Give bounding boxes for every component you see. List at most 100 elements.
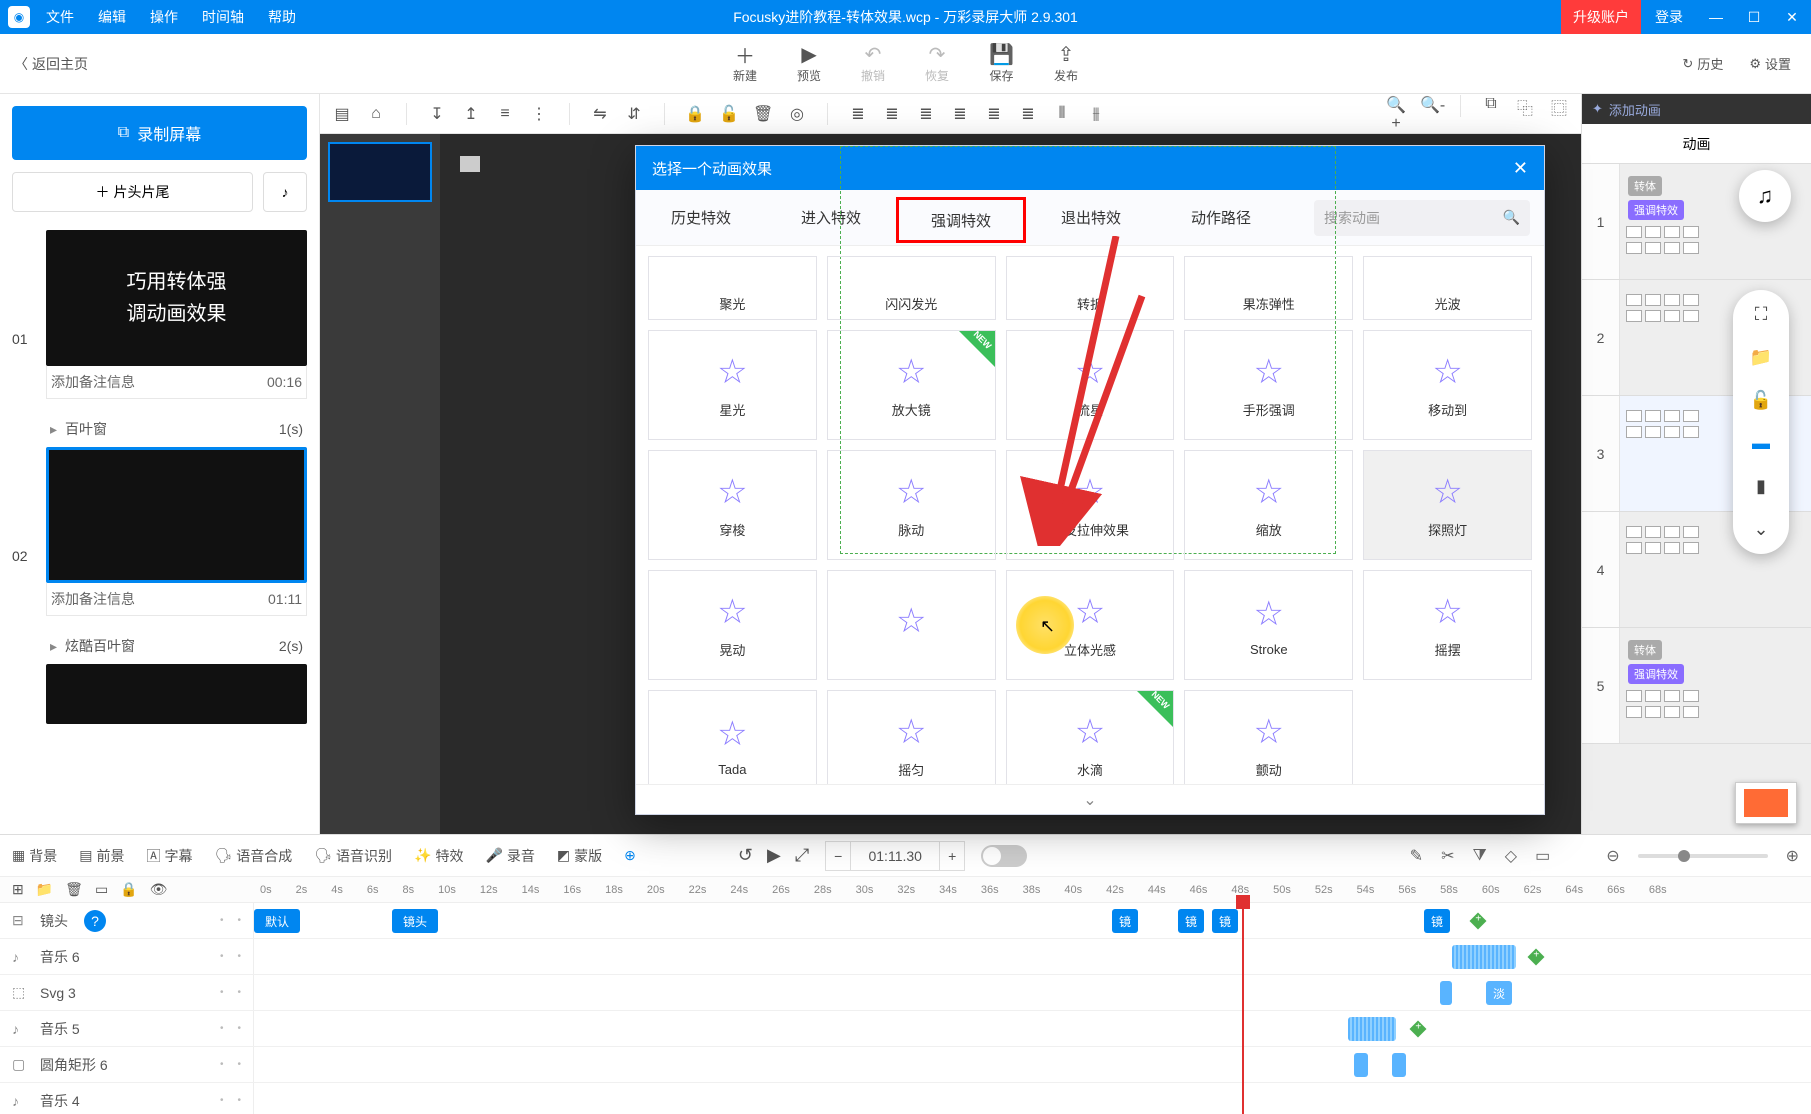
dist1-icon[interactable]: ⫴	[1052, 105, 1072, 123]
align-icon[interactable]: ≡	[495, 105, 515, 123]
scene-note[interactable]: 添加备注信息	[51, 589, 135, 609]
rewind-button[interactable]: ↺	[738, 845, 753, 866]
al2-icon[interactable]: ≣	[882, 104, 902, 124]
timeline-tool-0[interactable]: ▦背景	[12, 846, 57, 866]
effect-cell[interactable]: ☆穿梭	[648, 450, 817, 560]
minimize-button[interactable]: —	[1697, 0, 1735, 34]
timeline-clip[interactable]	[1392, 1053, 1406, 1077]
head-tail-button[interactable]: ＋片头片尾	[12, 172, 253, 212]
upgrade-button[interactable]: 升级账户	[1561, 0, 1641, 34]
cut-tool-icon[interactable]: ✂	[1441, 846, 1454, 866]
zoom-slider[interactable]	[1638, 854, 1768, 858]
collapse-icon[interactable]: ▭	[95, 881, 108, 898]
distribute-icon[interactable]: ⋮	[529, 104, 549, 124]
timeline-clip[interactable]: 淡	[1486, 981, 1512, 1005]
marker-icon[interactable]: ◇	[1505, 846, 1517, 866]
group-icon[interactable]: ⧉	[1481, 95, 1501, 133]
unlock2-icon[interactable]: 🔓	[1750, 390, 1772, 411]
timeline-clip[interactable]	[1452, 945, 1516, 969]
effect-cell[interactable]: ☆Tada	[648, 690, 817, 784]
effect-cell[interactable]: ☆放大镜	[827, 330, 996, 440]
effect-cell[interactable]: 转折	[1006, 256, 1175, 320]
zoom-in2-icon[interactable]: ⊕	[1786, 846, 1799, 866]
expand-button[interactable]: ⤢	[795, 845, 809, 866]
back-home-button[interactable]: 〈 返回主页	[14, 54, 88, 74]
eye-icon[interactable]: 👁	[150, 881, 168, 898]
track-header[interactable]: ♪ 音乐 4 ••	[0, 1083, 254, 1114]
align-center-icon[interactable]: ↥	[461, 104, 481, 124]
play-small-icon[interactable]: ▸	[50, 421, 57, 437]
paste-icon[interactable]: ⿴	[1549, 95, 1569, 133]
scene-thumbnail[interactable]: 巧用转体强调动画效果	[46, 230, 307, 366]
snap-icon[interactable]: ▭	[1535, 846, 1550, 866]
menu-action[interactable]: 操作	[150, 7, 178, 27]
time-plus-button[interactable]: +	[939, 841, 965, 871]
dialog-tab[interactable]: 退出特效	[1026, 190, 1156, 246]
track-header[interactable]: ⬚ Svg 3 ••	[0, 975, 254, 1010]
timeline-clip[interactable]	[1354, 1053, 1368, 1077]
timeline-clip[interactable]: 镜	[1424, 909, 1450, 933]
settings-button[interactable]: ⚙设置	[1749, 54, 1791, 73]
timeline-tool-7[interactable]: ◩蒙版	[557, 846, 602, 866]
scene-thumbnail[interactable]	[46, 447, 307, 583]
effect-cell[interactable]: ☆缩放	[1184, 450, 1353, 560]
track-body[interactable]	[254, 1047, 1811, 1082]
dialog-search-input[interactable]: 搜索动画🔍	[1314, 200, 1530, 236]
timeline-clip[interactable]: 镜	[1112, 909, 1138, 933]
zoom-out2-icon[interactable]: ⊖	[1606, 846, 1619, 866]
effect-cell[interactable]: ☆Stroke	[1184, 570, 1353, 680]
al3-icon[interactable]: ≣	[916, 104, 936, 124]
film-thumb[interactable]	[328, 142, 432, 202]
zoom-in-icon[interactable]: 🔍+	[1386, 95, 1406, 133]
dialog-tab[interactable]: 进入特效	[766, 190, 896, 246]
effect-cell[interactable]: 光波	[1363, 256, 1532, 320]
home-icon[interactable]: ⌂	[366, 105, 386, 123]
track-body[interactable]	[254, 939, 1811, 974]
flip-h-icon[interactable]: ⇋	[590, 104, 610, 124]
timeline-tool-6[interactable]: 🎤录音	[485, 846, 534, 866]
timeline-clip[interactable]: 镜头	[392, 909, 438, 933]
keyframe-diamond[interactable]	[1410, 1021, 1427, 1038]
new-folder-icon[interactable]: 📁	[36, 881, 53, 898]
login-button[interactable]: 登录	[1641, 7, 1697, 27]
flip-v-icon[interactable]: ⇵	[624, 104, 644, 124]
toolbar-publish-button[interactable]: ⇪发布	[1054, 43, 1078, 84]
more-button[interactable]: ⊕	[624, 847, 636, 864]
al6-icon[interactable]: ≣	[1018, 104, 1038, 124]
track-header[interactable]: ♪ 音乐 5 ••	[0, 1011, 254, 1046]
timeline-tool-1[interactable]: ▤前景	[79, 846, 124, 866]
effect-cell[interactable]: ☆立体光感	[1006, 570, 1175, 680]
effect-cell[interactable]: 闪闪发光	[827, 256, 996, 320]
target-icon[interactable]: ◎	[787, 104, 807, 124]
lock-all-icon[interactable]: 🔒	[120, 881, 137, 898]
folder-icon[interactable]: 📁	[1750, 347, 1772, 368]
add-track-icon[interactable]: ⊞	[12, 881, 24, 898]
dialog-tab[interactable]: 历史特效	[636, 190, 766, 246]
maximize-button[interactable]: ☐	[1735, 0, 1773, 34]
transition-name[interactable]: 炫酷百叶窗	[65, 638, 135, 654]
floating-music-button[interactable]: ♫	[1739, 170, 1791, 222]
toolbar-undo-button[interactable]: ↶撤销	[861, 43, 885, 84]
unlock-icon[interactable]: 🔓	[719, 104, 739, 124]
chevron-down-icon[interactable]: ⌄	[1753, 519, 1768, 540]
phone-icon[interactable]: ▮	[1756, 476, 1766, 497]
edit-tool-icon[interactable]: ✎	[1410, 846, 1423, 866]
toolbar-preview-button[interactable]: ▶预览	[797, 43, 821, 84]
timeline-tool-2[interactable]: 🄰字幕	[146, 846, 192, 866]
menu-edit[interactable]: 编辑	[98, 7, 126, 27]
track-header[interactable]: ♪ 音乐 6 ••	[0, 939, 254, 974]
effect-cell[interactable]: ☆探照灯	[1363, 450, 1532, 560]
search-icon[interactable]: 🔍	[1503, 209, 1520, 226]
al1-icon[interactable]: ≣	[848, 104, 868, 124]
right-panel-tab[interactable]: 动画	[1582, 124, 1811, 164]
scene-item[interactable]: 巧用转体强调动画效果 添加备注信息00:16	[46, 230, 307, 399]
dialog-close-button[interactable]: ✕	[1513, 158, 1528, 179]
transition-name[interactable]: 百叶窗	[65, 421, 107, 437]
effect-cell[interactable]: ☆星光	[648, 330, 817, 440]
timeline-tool-5[interactable]: ✨特效	[414, 846, 463, 866]
fullscreen-icon[interactable]: ⛶	[1755, 304, 1768, 325]
timeline-tool-4[interactable]: 🗣语音识别	[314, 846, 392, 866]
screen-blue-icon[interactable]: ▬	[1752, 433, 1770, 454]
effect-cell[interactable]: ☆摇摆	[1363, 570, 1532, 680]
track-body[interactable]: 淡	[254, 975, 1811, 1010]
